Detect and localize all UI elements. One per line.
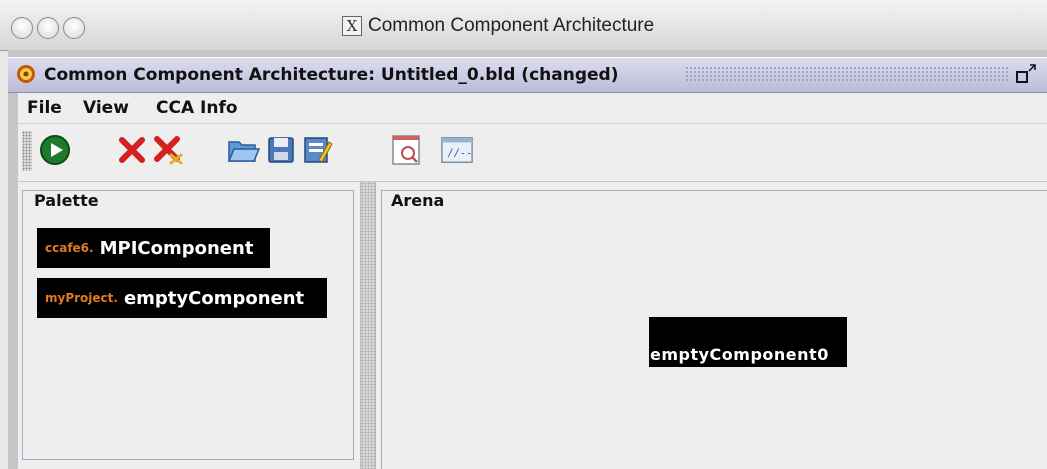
menu-file[interactable]: File bbox=[27, 96, 62, 120]
palette-item-name: MPIComponent bbox=[99, 237, 254, 259]
arena-label: Arena bbox=[389, 191, 447, 211]
terminal-window-button[interactable]: //-- bbox=[440, 131, 474, 169]
zoom-window-button[interactable] bbox=[63, 17, 85, 39]
delete-all-icon bbox=[154, 136, 183, 165]
close-window-button[interactable] bbox=[11, 17, 33, 39]
save-icon bbox=[268, 137, 294, 163]
app-title: Common Component Architecture: Untitled_… bbox=[44, 65, 619, 85]
minimize-window-button[interactable] bbox=[37, 17, 59, 39]
log-window-button[interactable] bbox=[390, 131, 424, 169]
delete-icon bbox=[119, 137, 145, 163]
svg-text://--: //-- bbox=[448, 148, 473, 160]
run-icon bbox=[40, 135, 70, 165]
split-pane-divider[interactable] bbox=[360, 182, 376, 469]
x11-icon: X bbox=[342, 16, 362, 36]
menu-cca-info[interactable]: CCA Info bbox=[156, 96, 238, 120]
arena-component-label: emptyComponent0 bbox=[650, 345, 829, 364]
palette-item-package: myProject. bbox=[45, 291, 118, 305]
palette-item-package: ccafe6. bbox=[45, 241, 94, 255]
title-bar-texture bbox=[685, 66, 1010, 82]
palette-item-mpicomponent[interactable]: ccafe6. MPIComponent bbox=[37, 228, 270, 268]
run-button[interactable] bbox=[38, 131, 72, 169]
terminal-window-icon: //-- bbox=[441, 137, 473, 163]
save-button[interactable] bbox=[264, 131, 298, 169]
mac-window-title: X Common Component Architecture bbox=[342, 14, 654, 38]
open-button[interactable] bbox=[226, 131, 260, 169]
toolbar-grip[interactable] bbox=[22, 131, 32, 171]
palette-item-name: emptyComponent bbox=[123, 287, 305, 309]
palette-item-emptycomponent[interactable]: myProject. emptyComponent bbox=[37, 278, 327, 318]
edit-icon bbox=[304, 137, 333, 163]
edit-button[interactable] bbox=[300, 131, 334, 169]
open-folder-icon bbox=[227, 141, 260, 162]
log-window-icon bbox=[392, 135, 420, 165]
maximize-icon[interactable] bbox=[1015, 63, 1037, 85]
delete-all-button[interactable] bbox=[151, 131, 185, 169]
delete-button[interactable] bbox=[115, 131, 149, 169]
mac-window-title-text: Common Component Architecture bbox=[368, 15, 655, 36]
cca-logo-icon bbox=[17, 65, 35, 83]
menu-view[interactable]: View bbox=[83, 96, 129, 120]
palette-label: Palette bbox=[32, 191, 101, 211]
